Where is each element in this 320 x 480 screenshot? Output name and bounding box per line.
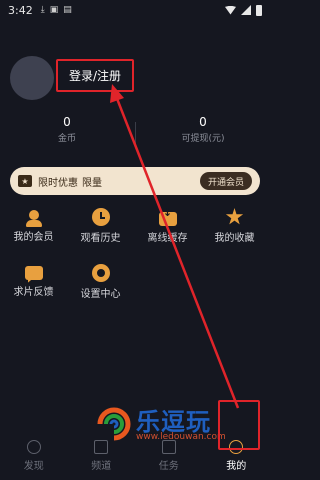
- menu-item-offline-cache[interactable]: 离线缓存: [134, 206, 201, 245]
- status-bar: 3:42 ⤓ ▣ ▤: [0, 0, 270, 20]
- chat-icon: [24, 266, 43, 280]
- vip-limit-label: 限量: [82, 177, 102, 189]
- coins-stat[interactable]: 0 金币: [0, 114, 134, 146]
- coins-value: 0: [63, 115, 71, 129]
- wifi-icon: [225, 5, 236, 15]
- clock-icon: [91, 208, 110, 226]
- mine-tab-highlight: [218, 400, 260, 450]
- avatar[interactable]: [10, 56, 54, 100]
- stats-row: 0 金币 0 可提现(元): [0, 114, 270, 150]
- vip-promo-label: 限时优惠: [38, 177, 78, 189]
- vip-banner[interactable]: ★ 限时优惠 限量 开通会员: [10, 167, 260, 195]
- login-register-label: 登录/注册: [68, 69, 122, 83]
- user-icon: [25, 210, 42, 227]
- menu-item-settings[interactable]: 设置中心: [67, 264, 134, 301]
- menu-item-label: 离线缓存: [147, 233, 188, 244]
- tab-label: 任务: [158, 461, 179, 472]
- login-register-button[interactable]: 登录/注册: [56, 59, 134, 92]
- notification-icon: ▣: [49, 5, 59, 15]
- menu-item-label: 观看历史: [80, 233, 121, 244]
- sim-icon: ▤: [63, 5, 72, 15]
- star-icon: [225, 208, 244, 225]
- withdrawable-value: 0: [199, 115, 207, 129]
- menu-item-watch-history[interactable]: 观看历史: [67, 208, 134, 245]
- tab-label: 发现: [23, 461, 44, 472]
- signal-icon: [241, 5, 251, 15]
- vip-promo-text: 限时优惠 限量: [38, 174, 102, 189]
- menu-item-label: 我的收藏: [214, 233, 255, 244]
- compass-icon: [26, 440, 41, 454]
- menu-item-request-feedback[interactable]: 求片反馈: [0, 264, 67, 299]
- profile-section: 登录/注册: [0, 50, 270, 110]
- open-vip-label: 开通会员: [207, 177, 244, 188]
- menu-item-my-favorites[interactable]: 我的收藏: [201, 208, 268, 245]
- watermark-url: www.ledouwan.com: [136, 432, 226, 442]
- menu-item-label: 我的会员: [13, 232, 54, 243]
- tab-label: 频道: [91, 461, 112, 472]
- watermark-logo-icon: [97, 407, 131, 441]
- gear-icon: [91, 264, 110, 282]
- withdrawable-label: 可提现(元): [181, 134, 225, 144]
- vip-crown-icon: ★: [18, 175, 32, 187]
- menu-item-label: 求片反馈: [13, 287, 54, 298]
- menu-item-label: 设置中心: [80, 289, 121, 300]
- tab-label: 我的: [226, 461, 247, 472]
- withdrawable-stat[interactable]: 0 可提现(元): [136, 114, 270, 146]
- download-status-icon: ⤓: [40, 5, 45, 15]
- battery-icon: [256, 4, 262, 16]
- tab-discover[interactable]: 发现: [0, 430, 68, 480]
- menu-item-my-membership[interactable]: 我的会员: [0, 208, 67, 244]
- download-icon: [158, 206, 177, 226]
- coins-label: 金币: [57, 134, 76, 144]
- open-vip-button[interactable]: 开通会员: [199, 172, 252, 190]
- status-time: 3:42: [8, 3, 33, 17]
